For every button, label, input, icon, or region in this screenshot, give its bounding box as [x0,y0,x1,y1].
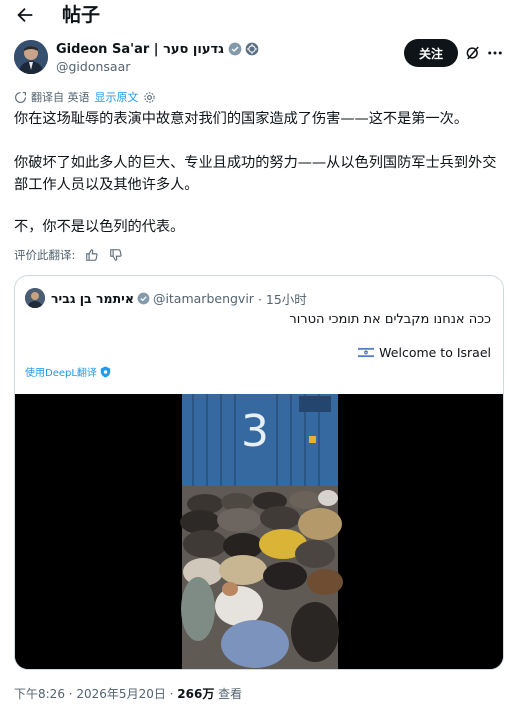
top-bar: 帖子 [0,0,509,32]
tweet-paragraph: 你在这场耻辱的表演中故意对我们的国家造成了伤害——这不是第一次。 [14,111,469,127]
container-number: 3 [241,406,269,457]
translate-icon [15,91,26,103]
views-label: 查看 [214,687,243,701]
government-badge-icon [245,42,259,56]
grok-icon[interactable] [464,44,482,62]
quoted-author-handle[interactable]: @itamarbengvir [153,291,254,306]
translation-label: 翻译自 英语 [31,91,90,104]
back-arrow-icon[interactable] [14,4,36,26]
follow-button[interactable]: 关注 [404,39,458,67]
author-handle[interactable]: @gidonsaar [56,59,130,74]
rate-translation-row: 评价此翻译: [14,246,123,264]
quoted-author-line: איתמר בן גביר @itamarbengvir · 15小时 [51,288,307,308]
verified-badge-icon [137,292,150,304]
quoted-text-english: Welcome to Israel [379,345,491,360]
deepl-translate-link[interactable]: 使用DeepL翻译 [25,364,111,379]
thumbs-down-icon[interactable] [109,248,123,262]
quoted-timestamp[interactable]: · 15小时 [258,289,307,308]
author-name-line[interactable]: Gideon Sa'ar | גדעון סער [56,40,259,58]
deepl-label[interactable]: 使用DeepL翻译 [25,364,97,379]
quoted-avatar[interactable] [25,288,45,308]
verified-badge-icon [228,42,242,56]
gear-icon[interactable] [143,91,156,104]
video-player[interactable]: 3 [15,394,503,669]
rate-translation-label: 评价此翻译: [14,248,76,262]
tweet-meta-footer: 下午8:26 · 2026年5月20日 · 266万 查看 [14,685,242,702]
thumbs-up-icon[interactable] [85,248,99,262]
post-timestamp[interactable]: 下午8:26 · 2026年5月20日 · [14,687,177,701]
show-original-link[interactable]: 显示原文 [95,89,139,105]
translation-bar: 翻译自 英语 显示原文 [14,89,156,105]
tweet-paragraph: 你破坏了如此多人的巨大、专业且成功的努力——从以色列国防军士兵到外交部工作人员以… [14,155,497,193]
avatar[interactable] [14,40,48,74]
quoted-text-english-line: Welcome to Israel [358,345,491,360]
quoted-text-hebrew: ככה אנחנו מקבלים את תומכי הטרור [289,312,491,327]
tweet-paragraph: 不，你不是以色列的代表。 [14,219,185,235]
page-title: 帖子 [62,4,101,26]
quoted-author-name[interactable]: איתמר בן גביר [51,291,134,306]
video-frame: 3 [15,394,503,669]
israel-flag-icon [358,347,375,358]
more-options-icon[interactable] [486,44,504,62]
author-display-name[interactable]: Gideon Sa'ar | גדעון סער [56,42,224,57]
view-count: 266万 [177,687,215,701]
quoted-tweet-card[interactable]: איתמר בן גביר @itamarbengvir · 15小时 ככה … [14,275,504,670]
deepl-shield-icon [100,365,111,378]
